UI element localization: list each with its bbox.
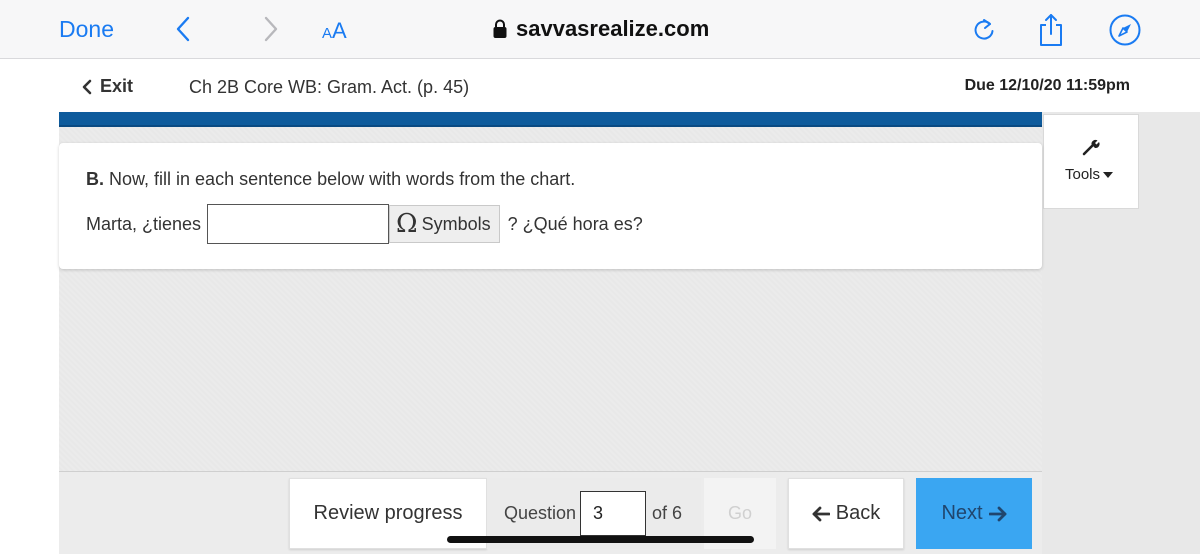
due-date: Due 12/10/20 11:59pm [964,77,1130,94]
question-total: of 6 [652,503,683,523]
home-indicator[interactable] [447,536,754,543]
question-number-input[interactable] [580,491,647,536]
question-card: B. Now, fill in each sentence below with… [59,143,1042,269]
next-button[interactable]: Next [916,478,1032,549]
assignment-header: Exit Ch 2B Core WB: Gram. Act. (p. 45) D… [0,60,1200,114]
sentence-after: ? ¿Qué hora es? [507,213,643,234]
tools-label: Tools [1065,166,1101,183]
back-label: Back [835,502,881,524]
arrow-right-icon [988,506,1006,521]
reload-icon[interactable] [970,15,998,45]
instruction-body: Now, fill in each sentence below with wo… [109,169,576,189]
browser-back-icon[interactable] [172,14,196,44]
tools-label-group: Tools [1065,166,1114,183]
part-label: B. [86,169,104,189]
left-margin [0,112,59,554]
caret-down-icon [1103,171,1114,178]
chevron-left-icon [82,79,92,94]
brand-strip [59,112,1042,127]
sentence-before: Marta, ¿tienes [86,213,202,234]
text-size-large-glyph: A [332,18,347,43]
exit-button[interactable]: Exit [82,76,133,97]
text-size-button[interactable]: AA [322,18,347,44]
url-text: savvasrealize.com [516,16,710,41]
arrow-left-icon [812,506,830,521]
browser-forward-icon[interactable] [258,14,282,44]
fill-in-sentence: Marta, ¿tienes Ω Symbols ? ¿Qué hora es? [86,204,643,244]
next-label: Next [941,502,983,524]
instruction-text: B. Now, fill in each sentence below with… [86,169,575,190]
wrench-icon [1082,139,1100,156]
share-icon[interactable] [1036,12,1066,48]
exit-label: Exit [100,76,134,96]
address-bar[interactable]: savvasrealize.com [492,14,709,44]
question-label: Question [504,503,577,523]
symbols-label: Symbols [421,213,491,234]
lock-icon [493,19,507,38]
assignment-title: Ch 2B Core WB: Gram. Act. (p. 45) [189,77,470,97]
tools-menu[interactable]: Tools [1043,114,1139,209]
symbols-button[interactable]: Ω Symbols [389,205,500,243]
done-button[interactable]: Done [59,16,114,43]
text-size-small-glyph: A [322,25,333,42]
compass-icon[interactable] [1108,13,1142,47]
back-button[interactable]: Back [788,478,904,549]
browser-toolbar: Done AA savvasrealize.com [0,0,1200,59]
omega-icon: Ω [396,209,418,239]
answer-field[interactable] [207,204,390,244]
